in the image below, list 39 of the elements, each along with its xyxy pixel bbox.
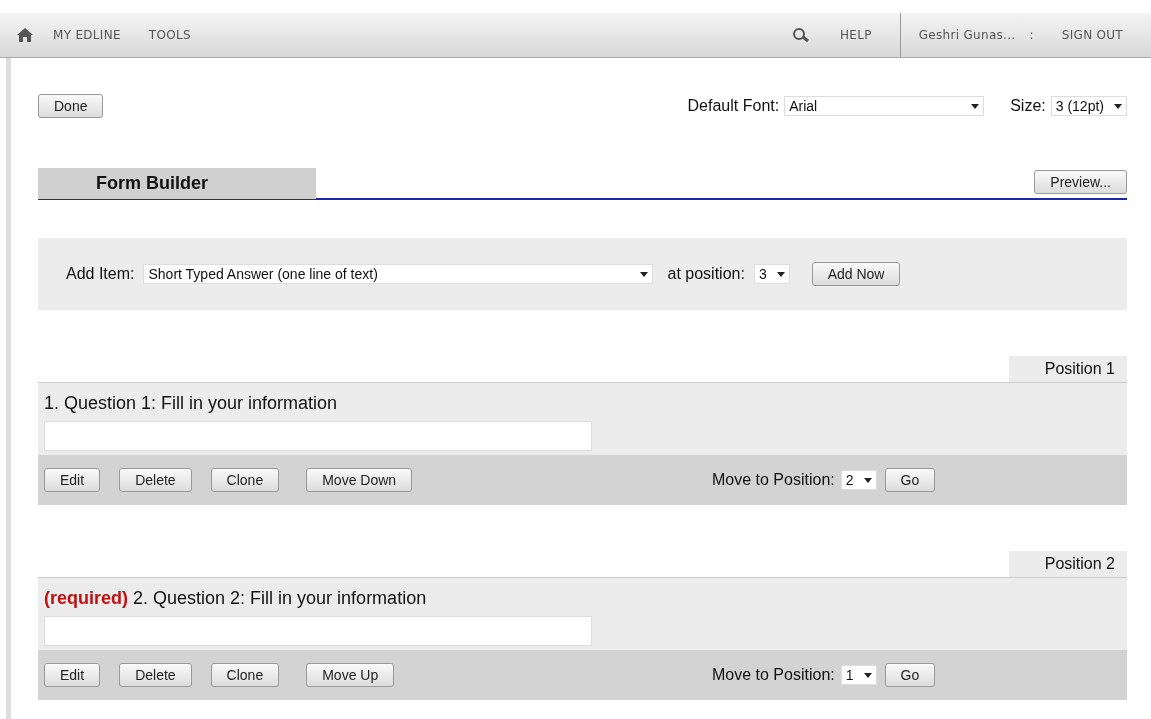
search-icon[interactable]	[792, 27, 810, 43]
separator-colon: :	[1029, 28, 1034, 42]
action-button[interactable]: Clone	[210, 663, 280, 687]
action-button[interactable]: Edit	[44, 663, 101, 687]
move-to-label: Move to Position:	[712, 666, 835, 684]
position-label: Position 2	[1008, 551, 1127, 577]
item-type-select[interactable]: Short Typed Answer (one line of text)	[143, 264, 654, 284]
sign-out-link[interactable]: SIGN OUT	[1061, 28, 1123, 42]
move-to-label: Move to Position:	[712, 471, 835, 489]
move-to-select[interactable]: 2	[840, 470, 877, 490]
answer-field[interactable]	[44, 616, 592, 646]
action-button[interactable]: Clone	[210, 468, 280, 492]
action-button[interactable]: Delete	[119, 468, 192, 492]
font-label: Default Font:	[687, 97, 780, 115]
size-label: Size:	[1010, 97, 1046, 115]
nav-link[interactable]: TOOLS	[148, 28, 191, 42]
size-select[interactable]: 3 (12pt)	[1050, 96, 1127, 116]
position-label: Position 1	[1008, 356, 1127, 382]
add-item-label: Add Item:	[66, 265, 135, 283]
question-text: 1. Question 1: Fill in your information	[44, 393, 339, 414]
question-text: (required) 2. Question 2: Fill in your information	[44, 588, 428, 609]
action-button[interactable]: Delete	[119, 663, 192, 687]
done-button[interactable]: Done	[38, 94, 104, 118]
add-now-button[interactable]: Add Now	[811, 262, 901, 286]
home-icon[interactable]	[17, 28, 33, 42]
font-select[interactable]: Arial	[784, 96, 985, 116]
go-button[interactable]: Go	[884, 663, 936, 687]
action-button[interactable]: Edit	[44, 468, 101, 492]
user-name: Geshri Gunas...	[918, 28, 1016, 42]
move-button[interactable]: Move Up	[306, 663, 395, 687]
position-select[interactable]: 3	[753, 264, 790, 284]
move-button[interactable]: Move Down	[306, 468, 413, 492]
help-link[interactable]: HELP	[840, 28, 872, 42]
nav-link[interactable]: MY EDLINE	[53, 28, 121, 42]
preview-button[interactable]: Preview...	[1034, 170, 1127, 194]
move-to-select[interactable]: 1	[840, 665, 877, 685]
position-label: at position:	[667, 265, 745, 283]
answer-field[interactable]	[44, 421, 592, 451]
go-button[interactable]: Go	[884, 468, 936, 492]
